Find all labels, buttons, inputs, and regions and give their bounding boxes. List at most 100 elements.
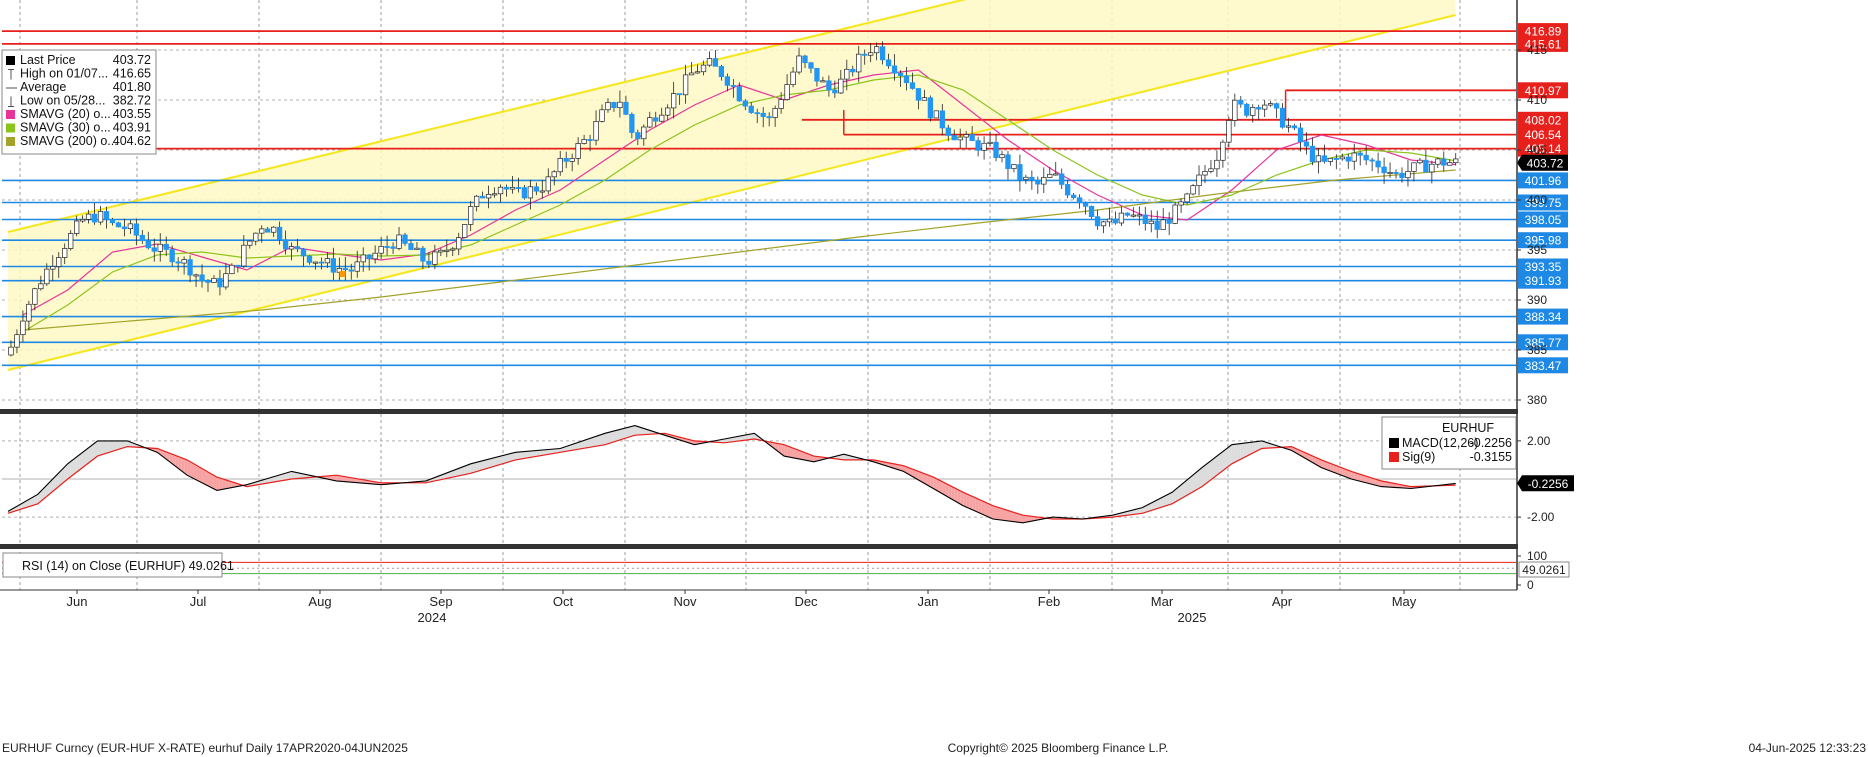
year-label-1: 2025 [1178,610,1207,625]
candle-body-459 [1375,160,1381,168]
candle-body-263 [790,71,796,85]
candle-body-265 [796,55,802,73]
macd-fill-404 [1213,456,1217,478]
candle-body-279 [838,78,844,94]
candle-body-305 [915,88,922,101]
candle-body-359 [1076,197,1083,204]
candle-body-301 [903,75,910,84]
candle-body-287 [862,53,868,56]
legend-label-2: Average [20,80,66,94]
candle-body-157 [473,195,480,207]
candle-body-275 [826,80,832,91]
candle-body-7 [26,303,32,322]
candle-body-365 [1094,216,1101,227]
macd-fill-399 [1199,467,1202,489]
macd-fill-60 [187,459,191,477]
candle-body-255 [766,116,772,119]
legend-value-0: 403.72 [113,53,151,67]
macd-fill-162 [491,457,495,468]
candle-body-185 [557,158,563,173]
macd-legend-label-1: Sig(9) [1402,450,1435,464]
candle-body-85 [259,228,265,234]
candle-body-343 [1029,176,1035,181]
legend-marker-5 [6,123,15,133]
macd-fill-69 [213,475,217,491]
macd-fill-95 [291,471,295,479]
macd-fill-326 [981,500,985,516]
candle-body-373 [1118,212,1125,224]
candle-body-181 [545,176,551,192]
candle-body-191 [575,143,581,159]
candle-body-243 [730,85,737,87]
legend-value-1: 416.65 [113,67,151,81]
candle-body-35 [109,219,116,224]
rsi-title: RSI (14) on Close (EURHUF) 49.0261 [22,559,234,573]
candle-body-133 [402,234,408,244]
macd-fill-171 [518,451,522,460]
price-tick-0: 380 [1527,393,1547,407]
month-label-6: Dec [794,594,818,609]
candle-body-375 [1124,212,1131,216]
candle-body-349 [1047,173,1053,178]
candle-body-367 [1100,221,1107,227]
candle-body-289 [868,52,874,56]
candle-body-149 [450,248,456,251]
candle-body-291 [873,46,880,54]
macd-fill-403 [1210,458,1214,480]
candle-body-137 [414,247,420,250]
macd-fill-156 [473,462,477,473]
candle-body-159 [479,195,486,199]
candle-body-235 [706,58,713,66]
macd-fill-66 [205,470,208,486]
candle-body-39 [121,226,128,230]
macd-fill-409 [1228,444,1232,467]
candle-body-175 [527,186,534,199]
candle-body-21 [68,233,74,249]
macd-legend-title: EURHUF [1442,421,1494,435]
legend-value-4: 403.55 [113,107,151,121]
candle-body-43 [133,223,140,236]
candle-body-225 [676,93,683,96]
candle-body-119 [360,254,366,263]
candle-body-471 [1411,162,1417,172]
legend-value-6: 404.62 [113,134,151,148]
macd-fill-205 [619,428,623,440]
macd-fill-410 [1231,444,1235,464]
month-label-5: Nov [673,594,697,609]
candle-body-195 [587,139,593,141]
candle-body-443 [1327,157,1334,162]
macd-fill-201 [607,431,611,444]
candle-body-171 [515,187,522,189]
macd-fill-335 [1007,510,1011,522]
blue-level-label-0: 401.96 [1525,174,1562,188]
candle-body-107 [324,258,331,264]
candle-body-285 [856,53,862,73]
candle-body-429 [1285,125,1292,128]
candle-body-57 [175,261,181,264]
candle-body-213 [641,126,647,140]
macd-fill-329 [990,504,994,520]
macd-fill-327 [984,501,988,517]
candle-body-115 [348,269,354,272]
macd-fill-332 [999,507,1003,521]
candle-body-93 [282,239,289,250]
legend-label-0: Last Price [20,53,76,67]
macd-fill-315 [948,484,952,499]
macd-fill-397 [1193,472,1197,492]
macd-fill-68 [210,473,214,489]
macd-fill-316 [951,486,955,501]
macd-fill-196 [593,436,597,447]
candle-body-361 [1082,202,1089,207]
candle-body-381 [1142,214,1148,225]
macd-fill-336 [1010,511,1014,522]
macd-fill-317 [954,487,958,503]
month-label-2: Aug [308,594,331,609]
macd-fill-199 [602,433,605,446]
candle-body-363 [1088,205,1095,218]
candle-body-207 [623,101,629,115]
candle-body-323 [969,134,975,141]
month-label-8: Feb [1038,594,1060,609]
rsi-panel: RSI (14) on Close (EURHUF) 49.0261 [2,552,1516,578]
candle-body-105 [318,261,325,264]
month-label-1: Jul [190,594,207,609]
